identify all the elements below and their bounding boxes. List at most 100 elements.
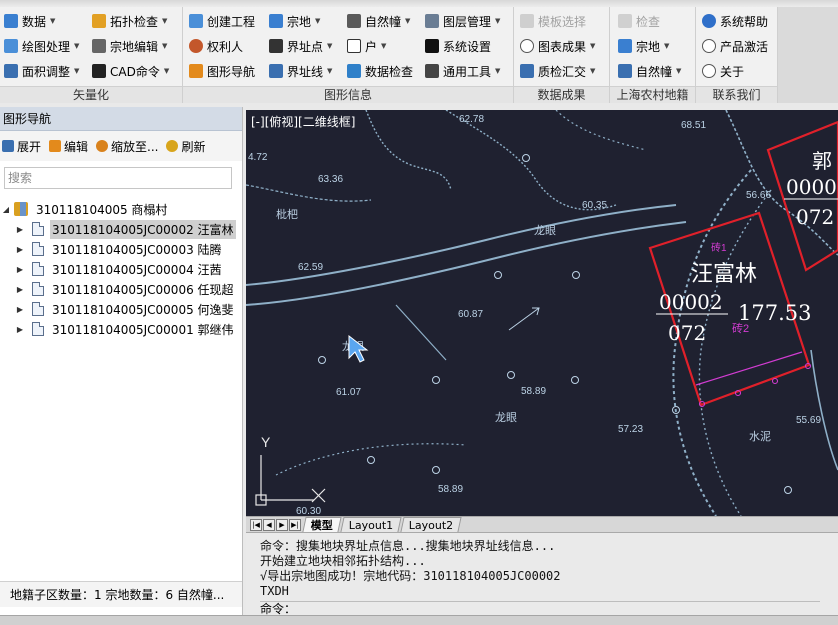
data-button[interactable]: 数据 ▼ bbox=[2, 10, 55, 32]
tree-root[interactable]: ◢ 310118104005 商榻村 bbox=[0, 199, 242, 219]
tab-model[interactable]: 模型 bbox=[302, 517, 342, 532]
chevron-down-icon: ▼ bbox=[676, 67, 682, 75]
parcel-number: 00002 bbox=[659, 290, 723, 314]
document-icon bbox=[32, 282, 44, 296]
lightning-icon bbox=[92, 14, 106, 28]
expand-arrow-icon[interactable]: ▶ bbox=[14, 245, 26, 254]
last-tab-icon[interactable]: ▶| bbox=[289, 518, 301, 531]
draw-process-button[interactable]: 绘图处理 ▼ bbox=[2, 35, 79, 57]
command-line: √导出宗地图成功！宗地代码：310118104005JC00002 bbox=[260, 569, 561, 583]
about-button[interactable]: 关于 bbox=[700, 60, 744, 82]
chart-result-button[interactable]: 图表成果 ▼ bbox=[518, 35, 595, 57]
expand-arrow-icon[interactable]: ▶ bbox=[14, 325, 26, 334]
edit-button[interactable]: 编辑 bbox=[49, 138, 88, 155]
sh-building-button[interactable]: 自然幢 ▼ bbox=[616, 60, 681, 82]
building-button[interactable]: 自然幢 ▼ bbox=[345, 10, 410, 32]
command-line: TXDH bbox=[260, 584, 289, 598]
expand-arrow-icon[interactable]: ▶ bbox=[14, 305, 26, 314]
map-drawing[interactable]: 62.78 68.51 4.72 63.36 56.66 60.35 62.59… bbox=[246, 110, 838, 516]
check-icon bbox=[347, 64, 361, 78]
panel-status-bar: 地籍子区数量：1 宗地数量：6 自然幢... bbox=[0, 581, 242, 607]
system-settings-button[interactable]: 系统设置 bbox=[423, 35, 491, 57]
prev-tab-icon[interactable]: ◀ bbox=[263, 518, 275, 531]
household-icon bbox=[347, 39, 361, 53]
owner-button[interactable]: 权利人 bbox=[187, 35, 243, 57]
tree-item[interactable]: ▶ 310118104005JC00003 陆腾 bbox=[0, 239, 242, 259]
expand-arrow-icon[interactable]: ▶ bbox=[14, 285, 26, 294]
refresh-button[interactable]: 刷新 bbox=[166, 138, 206, 155]
parcel-icon bbox=[618, 39, 632, 53]
layer-manage-button[interactable]: 图层管理 ▼ bbox=[423, 10, 500, 32]
edit-icon bbox=[92, 39, 106, 53]
building-icon bbox=[618, 64, 632, 78]
collapse-arrow-icon[interactable]: ◢ bbox=[0, 205, 12, 214]
chevron-down-icon: ▼ bbox=[664, 42, 670, 50]
qc-submit-button[interactable]: 质检汇交 ▼ bbox=[518, 60, 595, 82]
elevation-label: 68.51 bbox=[681, 120, 706, 131]
parcel-owner: 郭 bbox=[812, 149, 832, 173]
elevation-label: 60.35 bbox=[582, 200, 607, 211]
tree-item[interactable]: ▶ 310118104005JC00002 汪富林 bbox=[0, 219, 242, 239]
area-adjust-button[interactable]: 面积调整 ▼ bbox=[2, 60, 79, 82]
project-icon bbox=[189, 14, 203, 28]
tab-layout1[interactable]: Layout1 bbox=[340, 517, 403, 532]
boundary-point-button[interactable]: 界址点 ▼ bbox=[267, 35, 332, 57]
expand-arrow-icon[interactable]: ▶ bbox=[14, 265, 26, 274]
parcel-icon bbox=[269, 14, 283, 28]
place-label: 龙眼 bbox=[534, 224, 556, 237]
chevron-down-icon: ▼ bbox=[163, 67, 170, 75]
command-input[interactable]: 命令： bbox=[260, 601, 820, 616]
parcel-tree: ◢ 310118104005 商榻村 ▶ 310118104005JC00002 … bbox=[0, 199, 242, 339]
panel-toolbar: 展开 编辑 缩放至... 刷新 bbox=[0, 131, 242, 161]
next-tab-icon[interactable]: ▶ bbox=[276, 518, 288, 531]
parcel-area: 177.53 bbox=[738, 301, 811, 325]
person-icon bbox=[189, 39, 203, 53]
inspect-button[interactable]: 检查 bbox=[616, 10, 660, 32]
group-title: 联系我们 bbox=[696, 86, 777, 103]
data-icon bbox=[4, 14, 18, 28]
household-button[interactable]: 户 ▼ bbox=[345, 35, 386, 57]
activate-button[interactable]: 产品激活 bbox=[700, 35, 768, 57]
expand-arrow-icon[interactable]: ▶ bbox=[14, 225, 26, 234]
chevron-down-icon: ▼ bbox=[162, 17, 168, 25]
tree-item[interactable]: ▶ 310118104005JC00005 何逸斐 bbox=[0, 299, 242, 319]
location-pin-icon bbox=[96, 140, 109, 152]
drawing-canvas[interactable]: 62.78 68.51 4.72 63.36 56.66 60.35 62.59… bbox=[246, 110, 838, 516]
search-input[interactable]: 搜索 bbox=[4, 167, 232, 189]
tree-item[interactable]: ▶ 310118104005JC00001 郭继伟 bbox=[0, 319, 242, 339]
template-select-button[interactable]: 模板选择 bbox=[518, 10, 586, 32]
topology-check-button[interactable]: 拓扑检查 ▼ bbox=[90, 10, 167, 32]
document-icon bbox=[32, 242, 44, 256]
tab-layout2[interactable]: Layout2 bbox=[400, 517, 463, 532]
ribbon-group-results: 模板选择 图表成果 ▼ 质检汇交 ▼ 数据成果 bbox=[514, 7, 610, 103]
expand-icon bbox=[2, 140, 14, 152]
elevation-label: 62.78 bbox=[459, 114, 484, 125]
cad-command-button[interactable]: CAD命令 ▼ bbox=[90, 60, 169, 82]
group-title: 数据成果 bbox=[514, 86, 609, 103]
command-history: 命令：搜集地块界址点信息...搜集地块界址线信息... 开始建立地块相邻拓扑结构… bbox=[260, 539, 561, 599]
command-window: 命令：搜集地块界址点信息...搜集地块界址线信息... 开始建立地块相邻拓扑结构… bbox=[246, 532, 838, 625]
ribbon-top-strip bbox=[0, 0, 838, 7]
graph-nav-panel: 图形导航 展开 编辑 缩放至... 刷新 搜索 ◢ 310118104005 商… bbox=[0, 107, 243, 625]
wrench-icon bbox=[425, 64, 439, 78]
cad-icon bbox=[92, 64, 106, 78]
elevation-label: 61.07 bbox=[336, 387, 361, 398]
general-tools-button[interactable]: 通用工具 ▼ bbox=[423, 60, 500, 82]
parcel-number: 0000 bbox=[786, 175, 837, 199]
create-project-button[interactable]: 创建工程 bbox=[187, 10, 255, 32]
graph-nav-button[interactable]: 图形导航 bbox=[187, 60, 255, 82]
first-tab-icon[interactable]: |◀ bbox=[250, 518, 262, 531]
expand-button[interactable]: 展开 bbox=[2, 138, 41, 155]
sh-parcel-button[interactable]: 宗地 ▼ bbox=[616, 35, 669, 57]
viewport-controls[interactable]: [-][俯视][二维线框] bbox=[251, 114, 355, 129]
parcel-edit-button[interactable]: 宗地编辑 ▼ bbox=[90, 35, 167, 57]
data-check-button[interactable]: 数据检查 bbox=[345, 60, 413, 82]
boundary-line-button[interactable]: 界址线 ▼ bbox=[267, 60, 332, 82]
parcel-button[interactable]: 宗地 ▼ bbox=[267, 10, 320, 32]
tree-item[interactable]: ▶ 310118104005JC00004 汪茜 bbox=[0, 259, 242, 279]
help-button[interactable]: 系统帮助 bbox=[700, 10, 768, 32]
tree-item[interactable]: ▶ 310118104005JC00006 任现超 bbox=[0, 279, 242, 299]
elevation-label: 60.87 bbox=[458, 309, 483, 320]
elevation-label: 63.36 bbox=[318, 174, 343, 185]
zoom-to-button[interactable]: 缩放至... bbox=[96, 138, 158, 155]
